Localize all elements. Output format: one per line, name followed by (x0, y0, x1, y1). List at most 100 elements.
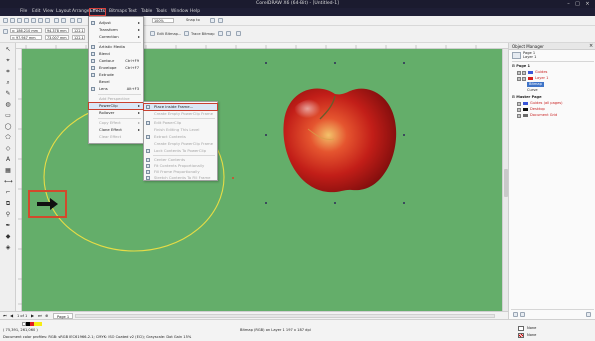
menu-item-extract-contents[interactable]: Extract Contents (144, 134, 217, 140)
menu-item-rollover[interactable]: Rollover ▸ (89, 110, 143, 116)
menu-file[interactable]: File (20, 9, 27, 15)
menu-item-stretch-contents[interactable]: Stretch Contents To Fill Frame (144, 175, 217, 181)
tree-curve[interactable]: Curve (527, 88, 538, 93)
menu-bitmaps[interactable]: Bitmaps (109, 9, 127, 15)
welcome-screen-icon[interactable] (210, 18, 215, 23)
connector-tool-icon[interactable]: ⌐ (4, 189, 12, 196)
new-layer-icon[interactable] (513, 312, 518, 317)
tree-desktop[interactable]: Desktop (517, 107, 545, 112)
prev-page-icon[interactable]: ◀ (10, 313, 13, 318)
print-icon[interactable] (522, 70, 526, 75)
tree-layer-1[interactable]: Layer 1 (517, 76, 548, 81)
crop-tool-icon[interactable]: ⌗ (4, 68, 12, 75)
save-icon[interactable] (17, 18, 22, 23)
copy-icon[interactable] (38, 18, 43, 23)
menu-item-correction[interactable]: Correction ▸ (89, 34, 143, 40)
menu-layout[interactable]: Layout (56, 9, 71, 15)
edit-bitmap-button[interactable]: Edit Bitmap... (157, 32, 181, 36)
crop-bitmap-icon[interactable] (226, 31, 231, 36)
blend-tool-icon[interactable]: ⧉ (4, 200, 12, 207)
delete-layer-icon[interactable] (586, 312, 591, 317)
width-field[interactable]: 94.378 mm (45, 28, 69, 33)
menu-item-clone-effect[interactable]: Clone Effect ▸ (89, 127, 143, 133)
height-field[interactable]: 73.007 mm (45, 35, 69, 40)
x-position-field[interactable]: x: 186.210 mm (10, 28, 42, 33)
menu-item-edit-powerclip[interactable]: Edit PowerClip (144, 120, 217, 126)
freehand-tool-icon[interactable]: ✎ (4, 90, 12, 97)
redo-icon[interactable] (61, 18, 66, 23)
color-profiles-info[interactable]: Document color profiles: RGB: sRGB IEC61… (3, 335, 191, 339)
snap-to-dropdown[interactable]: Snap to (186, 18, 200, 22)
basic-shapes-icon[interactable]: ◇ (4, 145, 12, 152)
resample-icon[interactable] (218, 31, 223, 36)
menu-edit[interactable]: Edit (32, 9, 41, 15)
menu-item-artistic-media[interactable]: Artistic Media (89, 44, 143, 50)
paste-icon[interactable] (45, 18, 50, 23)
rectangle-tool-icon[interactable]: ▭ (4, 112, 12, 119)
menu-view[interactable]: View (43, 9, 53, 15)
ellipse-tool-icon[interactable]: ◯ (4, 123, 12, 130)
menu-item-extrude[interactable]: Extrude (89, 72, 143, 78)
menu-item-copy-effect[interactable]: Copy Effect ▸ (89, 120, 143, 126)
minimize-button[interactable]: – (564, 0, 573, 8)
new-icon[interactable] (3, 18, 8, 23)
edit-bitmap-icon[interactable] (150, 31, 155, 36)
import-icon[interactable] (70, 18, 75, 23)
shape-tool-icon[interactable]: ⌖ (4, 57, 12, 64)
page-tab[interactable]: Page 1 (53, 312, 74, 319)
eye-icon[interactable] (517, 101, 521, 106)
smart-fill-icon[interactable]: ◍ (4, 101, 12, 108)
menu-item-blend[interactable]: Blend (89, 51, 143, 57)
options-icon[interactable] (218, 18, 223, 23)
eye-icon[interactable] (517, 70, 521, 75)
trace-bitmap-button[interactable]: Trace Bitmap (191, 32, 215, 36)
menu-item-adjust[interactable]: Adjust ▸ (89, 20, 143, 26)
menu-item-lens[interactable]: Lens Alt+F3 (89, 86, 143, 92)
zoom-level-field[interactable]: 100% (152, 18, 174, 23)
fill-tool-icon[interactable]: ◆ (4, 233, 12, 240)
menu-item-transform[interactable]: Transform ▸ (89, 27, 143, 33)
menu-item-create-empty-frame[interactable]: Create Empty PowerClip Frame (144, 111, 217, 117)
export-icon[interactable] (77, 18, 82, 23)
tree-document-grid[interactable]: Document Grid (517, 113, 557, 118)
add-page-icon[interactable]: ⊕ (45, 313, 48, 318)
menu-item-finish-editing[interactable]: Finish Editing This Level (144, 127, 217, 133)
menu-item-contour[interactable]: Contour Ctrl+F9 (89, 58, 143, 64)
outline-tool-icon[interactable]: ✒ (4, 222, 12, 229)
print-icon[interactable] (522, 76, 526, 81)
zoom-tool-icon[interactable]: ⌕ (4, 79, 12, 86)
layer-manager-view-icon[interactable] (512, 52, 521, 59)
tree-master-page[interactable]: ⊟ Master Page (512, 95, 542, 100)
wrap-text-icon[interactable] (236, 31, 241, 36)
eye-icon[interactable] (517, 107, 521, 112)
text-tool-icon[interactable]: A (4, 156, 12, 163)
dimension-tool-icon[interactable]: ⟷ (4, 178, 13, 185)
polygon-tool-icon[interactable]: ⬠ (4, 134, 12, 141)
table-tool-icon[interactable]: ▦ (4, 167, 12, 174)
interactive-fill-icon[interactable]: ◈ (4, 244, 12, 251)
tree-bitmap-selected[interactable]: Bitmap (527, 82, 544, 87)
horizontal-scrollbar[interactable] (75, 314, 495, 318)
eye-icon[interactable] (517, 113, 521, 118)
eye-icon[interactable] (517, 76, 521, 81)
tree-guides-all-pages[interactable]: Guides (all pages) (517, 101, 563, 106)
new-master-layer-icon[interactable] (520, 312, 525, 317)
menu-item-envelope[interactable]: Envelope Ctrl+F7 (89, 65, 143, 71)
next-page-icon[interactable]: ▶ (31, 313, 34, 318)
menu-item-powerclip[interactable]: PowerClip ▸ (88, 101, 144, 111)
y-position-field[interactable]: y: 97.947 mm (10, 35, 42, 40)
menu-table[interactable]: Table (141, 9, 152, 15)
color-palette-strip[interactable] (22, 322, 42, 326)
menu-window[interactable]: Window (171, 9, 188, 15)
fill-indicator-icon[interactable] (518, 326, 524, 331)
tree-page-1[interactable]: ⊟ Page 1 (512, 64, 530, 69)
pick-tool-icon[interactable]: ↖ (4, 46, 12, 53)
menu-item-add-perspective[interactable]: Add Perspective (89, 96, 143, 102)
cut-icon[interactable] (31, 18, 36, 23)
menu-item-place-inside-frame[interactable]: Place inside Frame... (143, 102, 218, 112)
menu-item-create-empty-frame-2[interactable]: Create Empty PowerClip Frame (144, 141, 217, 147)
menu-tools[interactable]: Tools (156, 9, 167, 15)
menu-arrange[interactable]: Arrange (72, 9, 90, 15)
close-button[interactable]: × (583, 0, 592, 8)
menu-item-lock-contents[interactable]: Lock Contents To PowerClip (144, 148, 217, 154)
